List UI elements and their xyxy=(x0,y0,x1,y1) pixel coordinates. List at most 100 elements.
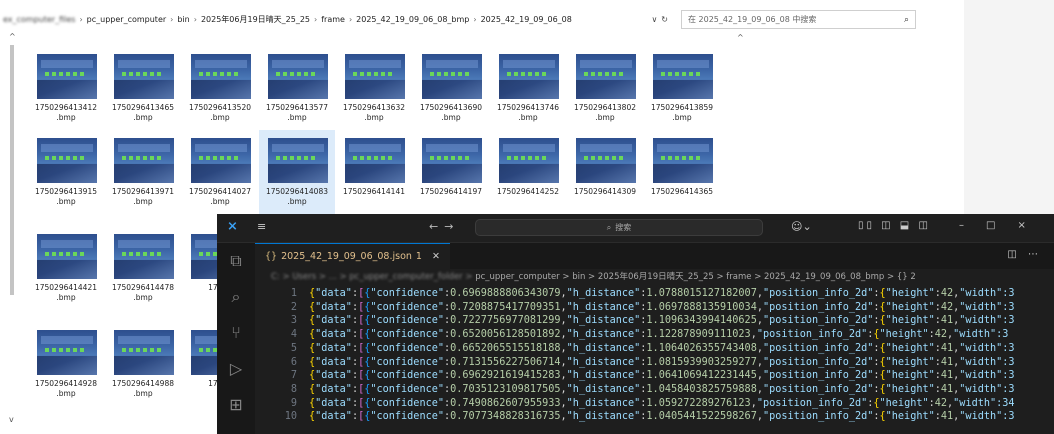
editor-breadcrumb[interactable]: C: > Users > ... > pc_upper_computer_fol… xyxy=(255,269,1054,285)
image-thumbnail[interactable] xyxy=(191,54,251,99)
close-tab-icon[interactable]: ✕ xyxy=(432,251,440,262)
explorer-icon[interactable]: ⧉ xyxy=(217,251,255,271)
file-extension: .bmp xyxy=(287,113,307,122)
file-extension: .bmp xyxy=(133,293,153,302)
layout-controls-icon[interactable]: ▯▯ ◫ ⬓ ◫ xyxy=(858,220,931,231)
file-tile[interactable]: 1750296413520 .bmp xyxy=(182,46,258,132)
image-thumbnail[interactable] xyxy=(37,234,97,279)
scroll-down-icon[interactable]: v xyxy=(9,415,14,424)
image-thumbnail[interactable] xyxy=(37,54,97,99)
menu-icon[interactable]: ≡ xyxy=(257,220,266,233)
source-control-icon[interactable]: ⑂ xyxy=(217,323,255,342)
file-tile[interactable]: 1750296413412 .bmp xyxy=(28,46,104,132)
file-tile[interactable]: 1750296414421 .bmp xyxy=(28,226,104,312)
search-icon[interactable]: ⌕ xyxy=(904,15,909,25)
file-tile[interactable]: 1750296414027 .bmp xyxy=(182,130,258,216)
file-tile[interactable]: 1750296413577 .bmp xyxy=(259,46,335,132)
file-tile[interactable]: 1750296413746 .bmp xyxy=(490,46,566,132)
file-tile[interactable]: 1750296414141 xyxy=(336,130,412,216)
file-name-line: 1750296414478 xyxy=(111,283,175,292)
file-tile[interactable]: 1750296414928 .bmp xyxy=(28,322,104,408)
image-thumbnail[interactable] xyxy=(499,54,559,99)
file-name: 1750296413746 .bmp xyxy=(490,103,566,123)
code-text: {"data":[{"confidence":0.652005612850189… xyxy=(309,329,1009,341)
file-tile[interactable]: 1750296414478 .bmp xyxy=(105,226,181,312)
image-thumbnail[interactable] xyxy=(576,138,636,183)
image-thumbnail[interactable] xyxy=(653,54,713,99)
code-line[interactable]: 10 {"data":[{"confidence":0.7077348828316… xyxy=(255,410,1015,424)
code-line[interactable]: 4 {"data":[{"confidence":0.65200561285018… xyxy=(255,328,1009,342)
tab-json-file[interactable]: {} 2025_42_19_09_06_08.json 1 ✕ xyxy=(255,243,450,269)
image-thumbnail[interactable] xyxy=(499,138,559,183)
file-tile[interactable]: 1750296413632 .bmp xyxy=(336,46,412,132)
refresh-icon[interactable]: ↻ xyxy=(661,15,668,24)
breadcrumb-path: pc_upper_computer > bin > 2025年06月19日晴天_… xyxy=(475,272,916,282)
image-thumbnail[interactable] xyxy=(114,138,174,183)
image-thumbnail[interactable] xyxy=(422,54,482,99)
breadcrumb-item[interactable]: 2025_42_19_09_06_08_bmp xyxy=(353,15,472,24)
image-thumbnail[interactable] xyxy=(114,54,174,99)
code-line[interactable]: 8 {"data":[{"confidence":0.70351231098175… xyxy=(255,383,1015,397)
editor-actions-icon[interactable]: ◫ ⋯ xyxy=(1007,249,1042,260)
code-line[interactable]: 1 {"data":[{"confidence":0.69698888063430… xyxy=(255,287,1015,301)
file-tile[interactable]: 1750296413690 .bmp xyxy=(413,46,489,132)
file-tile[interactable]: 1750296413465 .bmp xyxy=(105,46,181,132)
image-thumbnail[interactable] xyxy=(191,138,251,183)
image-thumbnail[interactable] xyxy=(114,330,174,375)
scrollbar-thumb[interactable] xyxy=(10,45,14,295)
image-thumbnail[interactable] xyxy=(114,234,174,279)
editor-tabs: {} 2025_42_19_09_06_08.json 1 ✕ ◫ ⋯ xyxy=(255,243,1054,269)
image-thumbnail[interactable] xyxy=(268,138,328,183)
file-tile[interactable]: 1750296414309 xyxy=(567,130,643,216)
command-center-search[interactable]: ⌕ 搜索 xyxy=(475,219,763,236)
image-thumbnail[interactable] xyxy=(422,138,482,183)
file-name: 1750296414478 .bmp xyxy=(105,283,181,303)
scroll-up-icon[interactable]: ^ xyxy=(9,32,16,41)
image-thumbnail[interactable] xyxy=(37,138,97,183)
search-input[interactable]: 在 2025_42_19_09_06_08 中搜索 ⌕ xyxy=(681,10,916,29)
image-thumbnail[interactable] xyxy=(37,330,97,375)
breadcrumb-item[interactable]: bin xyxy=(174,15,192,24)
scroll-up-icon[interactable]: ^ xyxy=(737,33,744,42)
vertical-scrollbar[interactable]: ^ v xyxy=(7,32,18,424)
code-text: {"data":[{"confidence":0.707734882831673… xyxy=(309,411,1015,423)
code-line[interactable]: 5 {"data":[{"confidence":0.66520655155181… xyxy=(255,342,1015,356)
image-thumbnail[interactable] xyxy=(268,54,328,99)
code-editor[interactable]: 1 {"data":[{"confidence":0.69698888063430… xyxy=(255,285,1054,434)
code-line[interactable]: 3 {"data":[{"confidence":0.72277569770812… xyxy=(255,314,1015,328)
file-tile[interactable]: 1750296414197 xyxy=(413,130,489,216)
file-tile[interactable]: 1750296414988 .bmp xyxy=(105,322,181,408)
breadcrumb-redacted[interactable]: ex_computer_files xyxy=(0,15,78,24)
file-tile[interactable]: 1750296413971 .bmp xyxy=(105,130,181,216)
code-line[interactable]: 2 {"data":[{"confidence":0.72088754177093… xyxy=(255,301,1015,315)
image-thumbnail[interactable] xyxy=(653,138,713,183)
tab-label: 2025_42_19_09_06_08.json xyxy=(281,251,412,262)
file-tile[interactable]: 1750296413802 .bmp xyxy=(567,46,643,132)
breadcrumb-item[interactable]: frame xyxy=(318,15,348,24)
history-dropdown-icon[interactable]: ∨ xyxy=(651,15,657,24)
search-icon[interactable]: ⌕ xyxy=(217,287,255,307)
code-line[interactable]: 9 {"data":[{"confidence":0.74908626079559… xyxy=(255,397,1015,411)
file-name-line: 1750296414421 xyxy=(34,283,98,292)
image-thumbnail[interactable] xyxy=(345,138,405,183)
file-tile[interactable]: 1750296414252 xyxy=(490,130,566,216)
file-name: 1750296414988 .bmp xyxy=(105,379,181,399)
file-tile[interactable]: 1750296413859 .bmp xyxy=(644,46,720,132)
code-line[interactable]: 7 {"data":[{"confidence":0.69629216194152… xyxy=(255,369,1015,383)
file-tile[interactable]: 1750296414365 xyxy=(644,130,720,216)
nav-arrows-icon[interactable]: ←→ xyxy=(429,220,459,233)
breadcrumb-item[interactable]: 2025年06月19日晴天_25_25 xyxy=(198,14,313,25)
breadcrumb-item[interactable]: pc_upper_computer xyxy=(84,15,170,24)
breadcrumb-item[interactable]: 2025_42_19_09_06_08 xyxy=(478,15,575,24)
run-debug-icon[interactable]: ▷ xyxy=(217,359,255,378)
file-tile[interactable]: 1750296414083 .bmp xyxy=(259,130,335,216)
extensions-icon[interactable]: ⊞ xyxy=(217,395,255,414)
copilot-icon[interactable]: ☺⌄ xyxy=(791,220,812,233)
image-thumbnail[interactable] xyxy=(576,54,636,99)
image-thumbnail[interactable] xyxy=(345,54,405,99)
file-name: 1750296413412 .bmp xyxy=(28,103,104,123)
window-controls[interactable]: –□× xyxy=(959,220,1048,231)
address-bar[interactable]: ex_computer_files › pc_upper_computer › … xyxy=(0,8,676,30)
code-line[interactable]: 6 {"data":[{"confidence":0.71315562275067… xyxy=(255,356,1015,370)
file-tile[interactable]: 1750296413915 .bmp xyxy=(28,130,104,216)
